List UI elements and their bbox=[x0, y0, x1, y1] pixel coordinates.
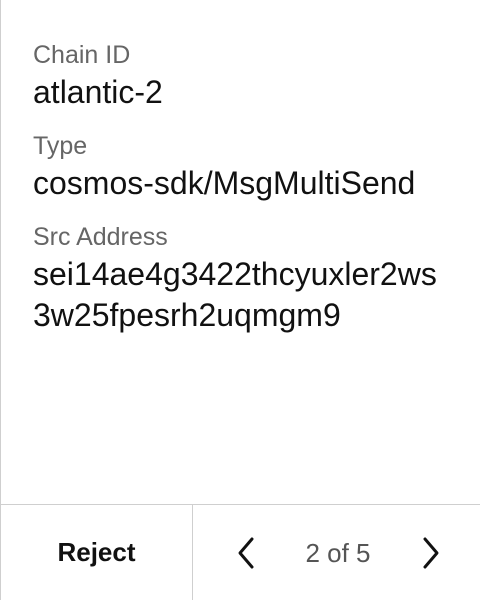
reject-button[interactable]: Reject bbox=[1, 505, 193, 600]
next-page-button[interactable] bbox=[414, 533, 448, 573]
chain-id-value: atlantic-2 bbox=[33, 74, 163, 110]
pagination: 2 of 5 bbox=[193, 505, 480, 600]
type-label: Type bbox=[33, 132, 88, 160]
previous-page-button[interactable] bbox=[229, 533, 263, 573]
page-indicator: 2 of 5 bbox=[305, 537, 371, 568]
transaction-review-screen: Chain ID atlantic-2 Type cosmos-sdk/MsgM… bbox=[0, 0, 480, 600]
type-field: Type cosmos-sdk/MsgMultiSend bbox=[33, 129, 451, 204]
transaction-details: Chain ID atlantic-2 Type cosmos-sdk/MsgM… bbox=[33, 38, 451, 352]
chevron-left-icon bbox=[238, 537, 254, 568]
type-value: cosmos-sdk/MsgMultiSend bbox=[33, 165, 416, 201]
src-address-value: sei14ae4g3422thcyuxler2ws3w25fpesrh2uqmg… bbox=[33, 256, 437, 333]
chevron-right-icon bbox=[423, 537, 439, 568]
src-address-field: Src Address sei14ae4g3422thcyuxler2ws3w2… bbox=[33, 220, 451, 336]
src-address-label: Src Address bbox=[33, 223, 168, 251]
chain-id-label: Chain ID bbox=[33, 41, 131, 69]
chain-id-field: Chain ID atlantic-2 bbox=[33, 38, 451, 113]
action-footer: Reject 2 of 5 bbox=[1, 504, 480, 600]
